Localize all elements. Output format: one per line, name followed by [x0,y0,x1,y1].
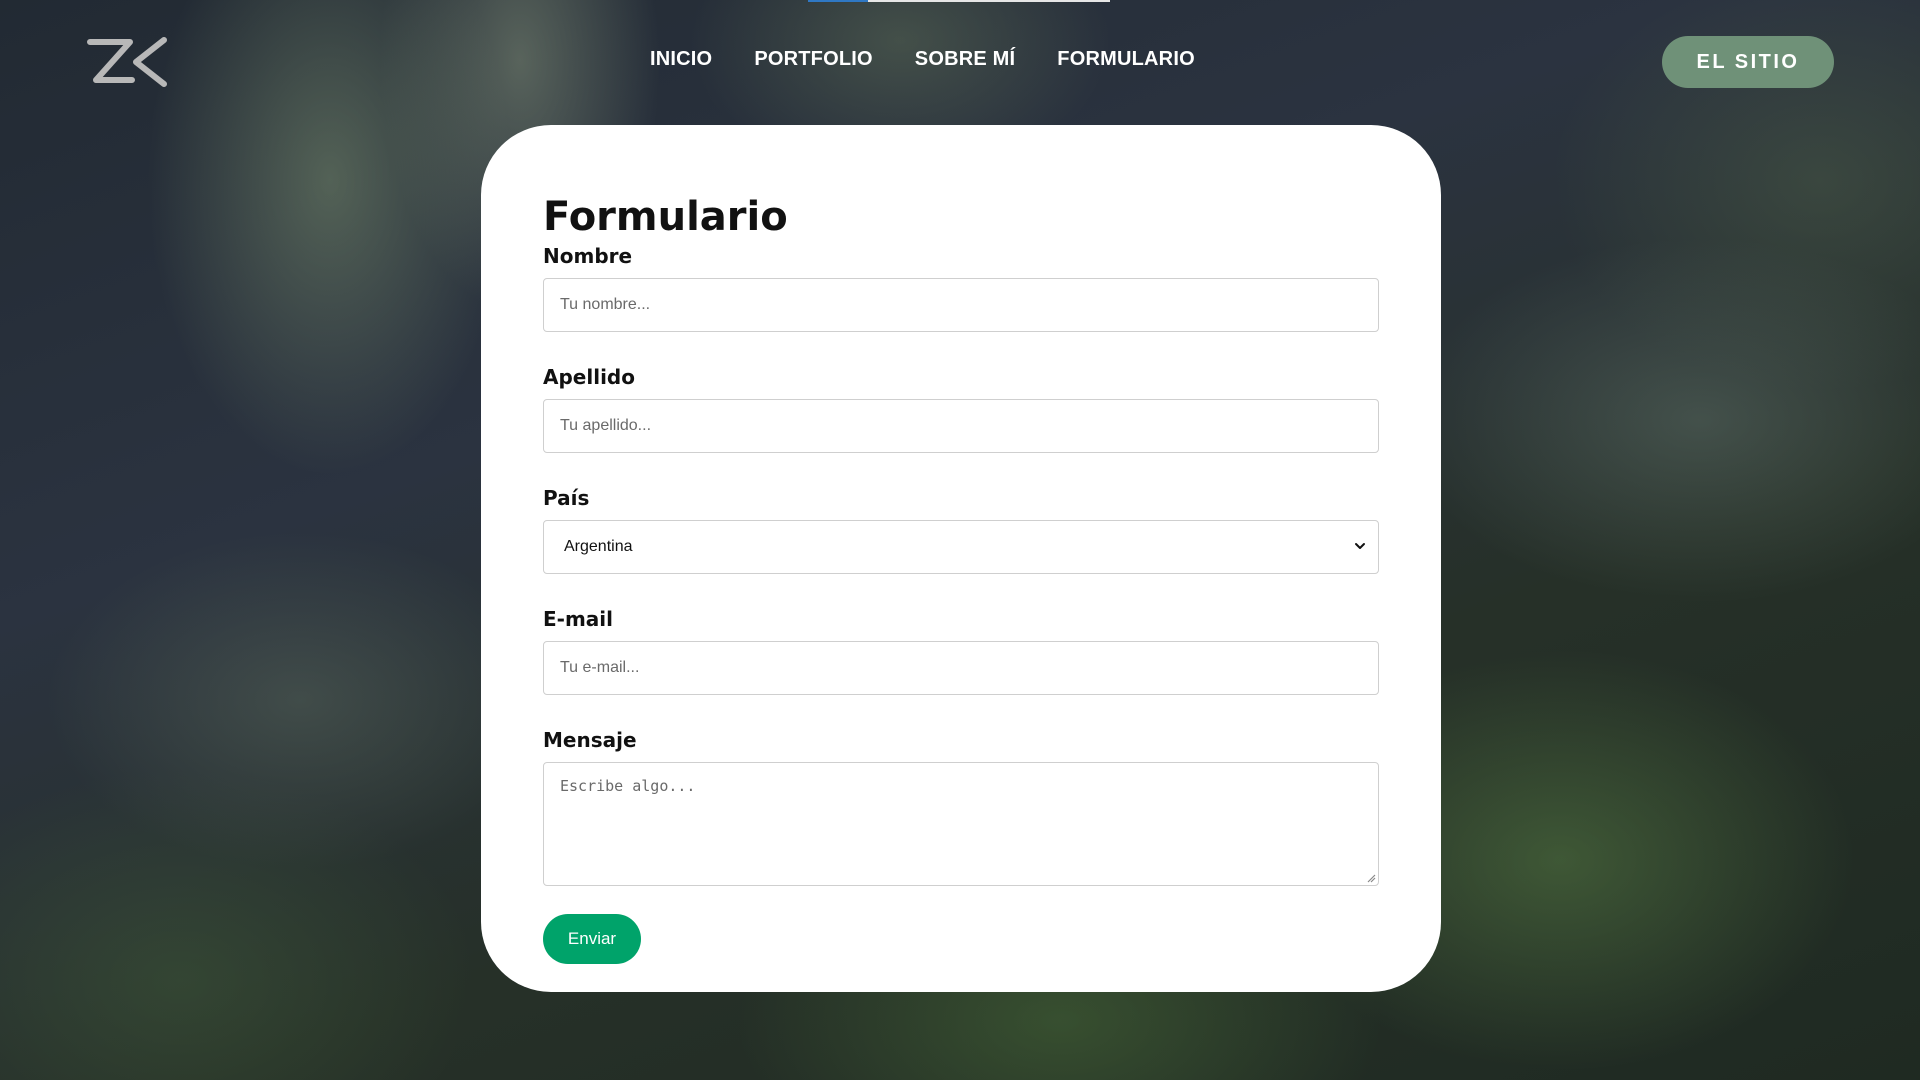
form-title: Formulario [543,194,788,240]
field-group-apellido: Apellido [543,364,1379,453]
field-group-mensaje: Mensaje [543,727,1379,886]
email-label: E-mail [543,607,614,631]
apellido-input[interactable] [543,399,1379,453]
resize-grip-icon[interactable] [1366,873,1376,883]
zk-logo-icon[interactable] [86,36,168,90]
form-card: Formulario Nombre Apellido País Argentin… [481,125,1441,992]
nombre-input[interactable] [543,278,1379,332]
mensaje-wrapper [543,762,1379,886]
nav-item-portfolio[interactable]: PORTFOLIO [754,48,872,71]
nav-item-inicio[interactable]: INICIO [650,48,712,71]
field-group-pais: País Argentina [543,485,1379,574]
el-sitio-button[interactable]: EL SITIO [1662,36,1834,88]
nav-item-sobre-mi[interactable]: SOBRE MÍ [915,48,1016,71]
chevron-down-icon [1355,543,1365,549]
pais-select[interactable]: Argentina [543,520,1379,574]
pais-selected-value: Argentina [543,520,1379,574]
nav-item-formulario[interactable]: FORMULARIO [1057,48,1195,71]
apellido-label: Apellido [543,365,635,389]
nombre-label: Nombre [543,244,633,268]
field-group-email: E-mail [543,606,1379,695]
top-progress-segment [808,0,868,2]
email-input[interactable] [543,641,1379,695]
mensaje-textarea[interactable] [543,762,1379,886]
contact-form: Formulario Nombre Apellido País Argentin… [543,191,1379,964]
main-nav: INICIO PORTFOLIO SOBRE MÍ FORMULARIO [650,48,1195,71]
pais-label: País [543,486,590,510]
field-group-nombre: Nombre [543,243,1379,332]
top-progress-bar [808,0,1110,2]
mensaje-label: Mensaje [543,728,637,752]
enviar-button[interactable]: Enviar [543,914,641,964]
